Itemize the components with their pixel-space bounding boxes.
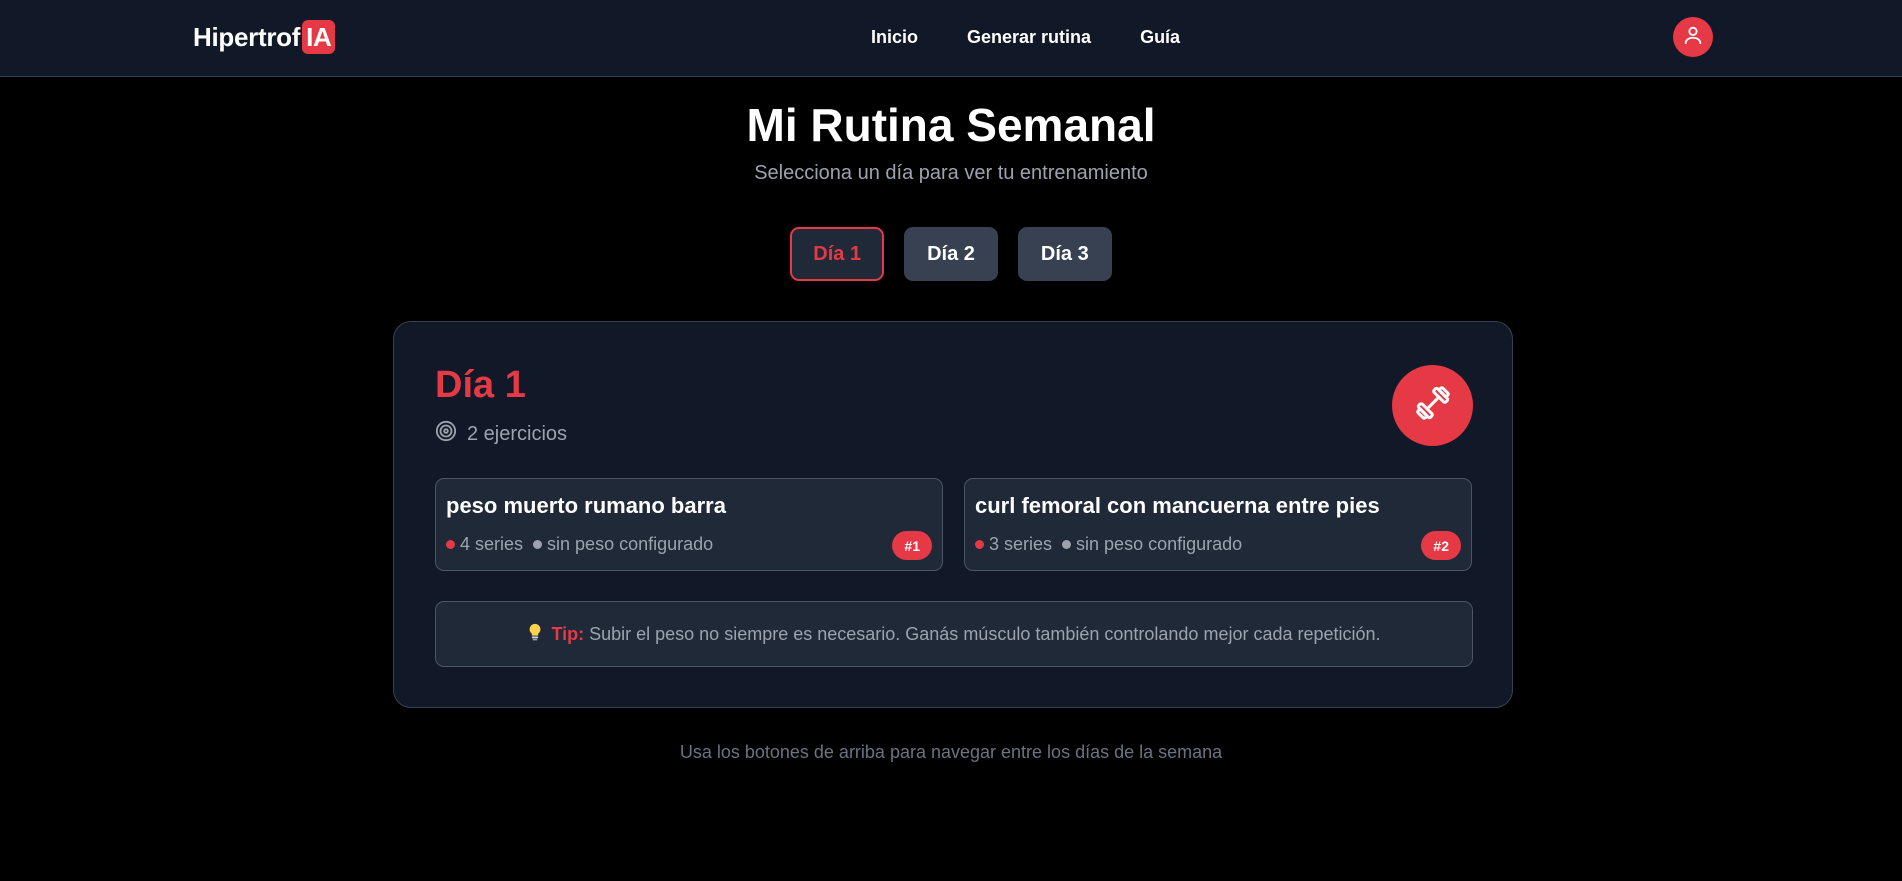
- exercise-meta: 3 series sin peso configurado: [975, 534, 1242, 555]
- series-dot: [446, 540, 455, 549]
- exercise-number-badge: #2: [1421, 531, 1461, 560]
- series-dot: [975, 540, 984, 549]
- nav-link-inicio[interactable]: Inicio: [871, 27, 918, 48]
- page-title: Mi Rutina Semanal: [746, 99, 1156, 151]
- dumbbell-badge: [1392, 365, 1473, 446]
- exercise-card[interactable]: peso muerto rumano barra 4 series sin pe…: [435, 478, 943, 571]
- exercise-series: 4 series: [460, 534, 524, 554]
- logo-badge: IA: [302, 20, 336, 54]
- tip-text: Subir el peso no siempre es necesario. G…: [589, 623, 1381, 644]
- exercise-weight: sin peso configurado: [547, 534, 714, 554]
- target-icon: [435, 420, 457, 448]
- nav-links: Inicio Generar rutina Guía: [871, 27, 1180, 48]
- day-title: Día 1: [435, 364, 526, 406]
- user-profile-button[interactable]: [1673, 17, 1713, 57]
- day-tabs: Día 1 Día 2 Día 3: [0, 227, 1902, 281]
- exercise-name: curl femoral con mancuerna entre pies: [975, 493, 1380, 518]
- exercise-name: peso muerto rumano barra: [446, 493, 726, 518]
- dumbbell-icon: [1413, 383, 1453, 428]
- tip-box: Tip: Subir el peso no siempre es necesar…: [435, 601, 1473, 667]
- nav-link-generar-rutina[interactable]: Generar rutina: [967, 27, 1091, 48]
- page-subtitle: Selecciona un día para ver tu entrenamie…: [754, 162, 1148, 184]
- nav-link-guia[interactable]: Guía: [1140, 27, 1180, 48]
- tab-dia-3[interactable]: Día 3: [1017, 227, 1112, 281]
- top-navbar: Hipertrof IA Inicio Generar rutina Guía: [0, 0, 1902, 77]
- exercise-count: 2 ejercicios: [435, 420, 567, 448]
- lightbulb-icon: [527, 623, 543, 646]
- weight-dot: [533, 540, 543, 549]
- weight-dot: [1062, 540, 1072, 549]
- tip-label: Tip:: [551, 623, 585, 644]
- user-icon: [1682, 24, 1704, 51]
- exercise-weight: sin peso configurado: [1076, 534, 1243, 554]
- exercise-card[interactable]: curl femoral con mancuerna entre pies 3 …: [964, 478, 1472, 571]
- tab-dia-2[interactable]: Día 2: [904, 227, 998, 281]
- tab-dia-1[interactable]: Día 1: [790, 227, 885, 281]
- logo-text: Hipertrof: [193, 21, 301, 52]
- footer-hint: Usa los botones de arriba para navegar e…: [679, 742, 1223, 762]
- exercise-series: 3 series: [989, 534, 1053, 554]
- day-card: Día 1 2 ejercicios peso muerto rumano ba…: [393, 321, 1513, 708]
- exercise-number-badge: #1: [892, 531, 932, 560]
- exercise-meta: 4 series sin peso configurado: [446, 534, 713, 555]
- exercise-grid: peso muerto rumano barra 4 series sin pe…: [435, 478, 1473, 571]
- logo[interactable]: Hipertrof IA: [193, 20, 336, 54]
- exercise-count-text: 2 ejercicios: [467, 422, 568, 445]
